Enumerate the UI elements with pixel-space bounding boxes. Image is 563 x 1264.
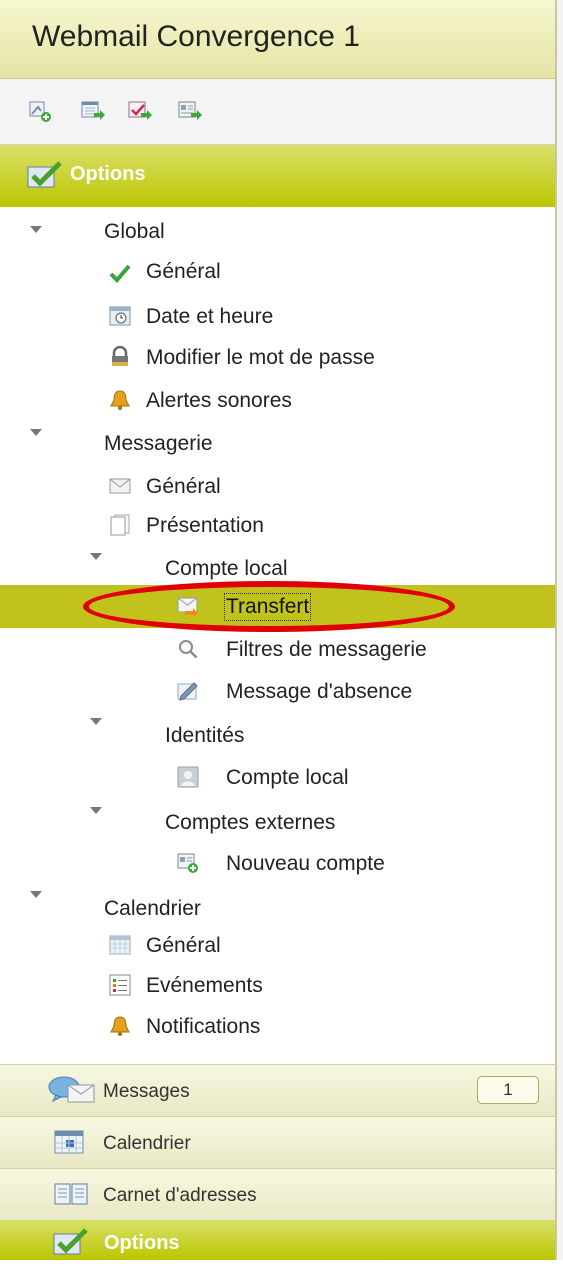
- tree-item-label: Filtres de messagerie: [226, 638, 427, 661]
- bell-icon: [109, 389, 131, 411]
- tree-item-label: Présentation: [146, 514, 264, 537]
- check-options-icon: [52, 1226, 92, 1258]
- address-book-icon: [54, 1181, 90, 1207]
- tree-item-label: Notifications: [146, 1015, 261, 1038]
- tree-node-label: Compte local: [165, 557, 288, 580]
- event-list-icon: [109, 974, 131, 996]
- tree-node-label: Messagerie: [104, 432, 213, 455]
- tree-item-presentation[interactable]: Présentation: [0, 514, 555, 554]
- tree-node-calendar[interactable]: Calendrier: [0, 891, 555, 937]
- unread-count-badge: 1: [477, 1076, 539, 1104]
- calendar-icon: [54, 1129, 84, 1155]
- tree-item-label: Date et heure: [146, 305, 274, 328]
- pages-icon: [109, 514, 131, 536]
- scroll-gutter: [557, 0, 563, 1260]
- tree-item-events[interactable]: Evénements: [0, 974, 555, 1014]
- tree-node-label: Calendrier: [104, 897, 201, 920]
- tree-item-label: Message d'absence: [226, 680, 413, 703]
- tree-item-global-general[interactable]: Général: [0, 260, 555, 300]
- collapse-arrow-icon[interactable]: [90, 553, 102, 560]
- green-check-icon: [109, 262, 131, 284]
- side-panel: Webmail Convergence 1 Options Global Gén…: [0, 0, 557, 1260]
- tree-item-forward[interactable]: Transfert: [0, 593, 555, 635]
- tree-item-change-password[interactable]: Modifier le mot de passe: [0, 346, 555, 386]
- magnifier-icon: [177, 638, 199, 660]
- envelope-forward-icon: [177, 595, 199, 617]
- bell-icon: [109, 1015, 131, 1037]
- tree-item-identity-local-account[interactable]: Compte local: [0, 766, 555, 806]
- tree-item-calendar-general[interactable]: Général: [0, 934, 555, 974]
- tree-item-new-account[interactable]: Nouveau compte: [0, 852, 555, 892]
- collapse-arrow-icon[interactable]: [90, 807, 102, 814]
- envelope-icon: [109, 475, 131, 497]
- options-section-label: Options: [70, 163, 146, 185]
- tree-item-label: Général: [146, 475, 221, 498]
- tree-item-label: Modifier le mot de passe: [146, 346, 375, 369]
- tree-node-label: Identités: [165, 724, 245, 747]
- tree-item-label: Evénements: [146, 974, 263, 997]
- collapse-arrow-icon[interactable]: [30, 226, 42, 233]
- password-lock-icon: [109, 346, 131, 368]
- nav-tab-label: Options: [104, 1232, 180, 1254]
- tree-item-label: Nouveau compte: [226, 852, 385, 875]
- nav-tab-calendar[interactable]: Calendrier: [0, 1116, 555, 1169]
- collapse-arrow-icon[interactable]: [30, 891, 42, 898]
- toolbar: [0, 79, 555, 145]
- tree-item-calendar-notifications[interactable]: Notifications: [0, 1015, 555, 1055]
- tree-item-sound-alerts[interactable]: Alertes sonores: [0, 389, 555, 429]
- tree-node-global[interactable]: Global: [0, 220, 555, 260]
- nav-tab-address-book[interactable]: Carnet d'adresses: [0, 1168, 555, 1221]
- calendar-grid-icon: [109, 934, 131, 956]
- new-contact-icon[interactable]: [27, 99, 53, 123]
- nav-tab-label: Messages: [103, 1081, 190, 1102]
- tree-node-identities[interactable]: Identités: [0, 718, 555, 764]
- tree-node-label: Global: [104, 220, 165, 243]
- calendar-clock-icon: [109, 305, 131, 327]
- nav-tab-messages[interactable]: Messages 1: [0, 1064, 555, 1117]
- tree-item-mail-general[interactable]: Général: [0, 475, 555, 515]
- user-avatar-icon: [177, 766, 199, 788]
- new-task-icon[interactable]: [127, 99, 153, 123]
- nav-tab-options[interactable]: Options: [0, 1220, 555, 1260]
- options-section-header[interactable]: Options: [0, 145, 555, 207]
- tree-node-mail[interactable]: Messagerie: [0, 429, 555, 472]
- messages-chat-icon: [48, 1075, 98, 1105]
- collapse-arrow-icon[interactable]: [30, 429, 42, 436]
- app-title-bar: Webmail Convergence 1: [0, 0, 555, 79]
- tree-item-label: Alertes sonores: [146, 389, 292, 412]
- collapse-arrow-icon[interactable]: [90, 718, 102, 725]
- app-title: Webmail Convergence 1: [32, 20, 360, 53]
- tree-item-label: Général: [146, 934, 221, 957]
- nav-tab-label: Carnet d'adresses: [103, 1185, 257, 1206]
- tree-item-absence-message[interactable]: Message d'absence: [0, 680, 555, 720]
- tree-item-label: Général: [146, 260, 221, 283]
- new-account-card-icon: [177, 852, 199, 874]
- check-options-icon: [26, 159, 66, 191]
- tree-item-label: Compte local: [226, 766, 349, 789]
- new-address-card-icon[interactable]: [177, 99, 203, 123]
- pencil-message-icon: [177, 680, 199, 702]
- tree-item-date-time[interactable]: Date et heure: [0, 305, 555, 345]
- tree-node-local-account[interactable]: Compte local: [0, 553, 555, 597]
- tree-item-label: Transfert: [223, 593, 312, 621]
- tree-node-external-accounts[interactable]: Comptes externes: [0, 807, 555, 851]
- nav-tab-label: Calendrier: [103, 1133, 191, 1154]
- tree-item-mail-filters[interactable]: Filtres de messagerie: [0, 638, 555, 678]
- new-calendar-icon[interactable]: [80, 99, 106, 123]
- tree-node-label: Comptes externes: [165, 811, 336, 834]
